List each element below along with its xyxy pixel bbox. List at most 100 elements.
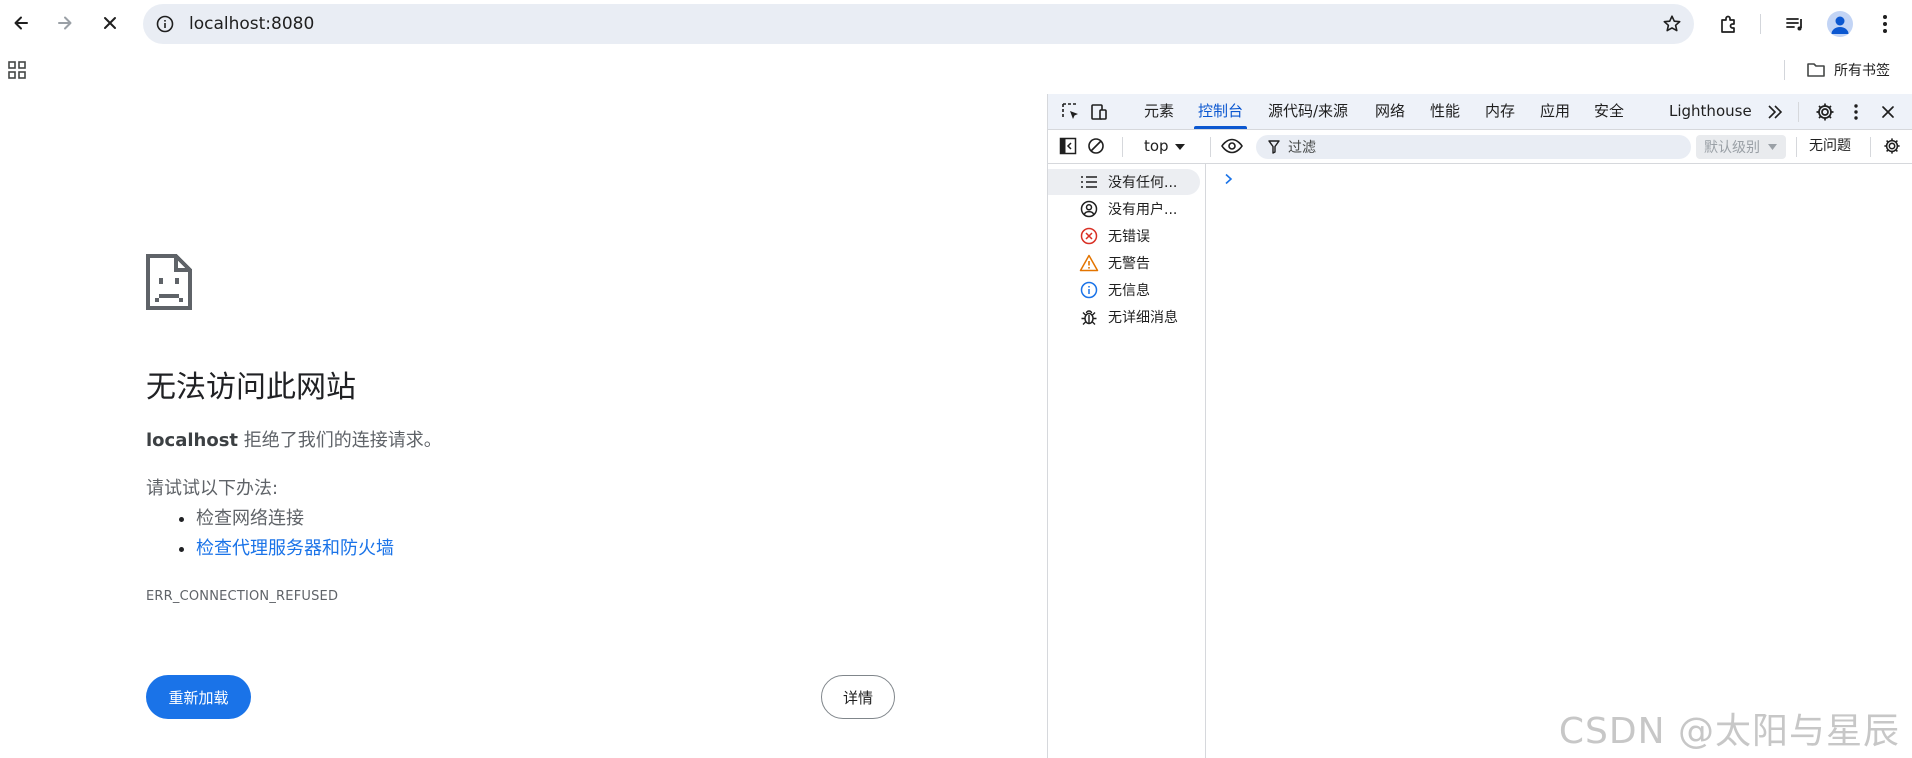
- stop-loading-button[interactable]: [93, 6, 127, 40]
- live-expression-button[interactable]: [1221, 135, 1243, 157]
- gear-icon: [1816, 103, 1834, 121]
- details-button[interactable]: 详情: [821, 675, 895, 719]
- sidebar-item-messages[interactable]: 没有任何...: [1048, 169, 1200, 195]
- toolbar-divider: [1210, 137, 1211, 157]
- error-code: ERR_CONNECTION_REFUSED: [146, 589, 339, 604]
- sidebar-item-warnings[interactable]: 无警告: [1048, 250, 1200, 276]
- playlist-icon: [1786, 18, 1802, 31]
- context-value: top: [1144, 137, 1169, 155]
- warning-triangle-icon: [1078, 252, 1100, 274]
- error-page: 无法访问此网站 localhost 拒绝了我们的连接请求。 请试试以下办法: 检…: [0, 94, 1047, 758]
- toolbar-divider: [1122, 137, 1123, 157]
- console-settings-button[interactable]: [1881, 135, 1903, 157]
- devtools-settings-button[interactable]: [1814, 101, 1836, 123]
- error-summary-text: 拒绝了我们的连接请求。: [238, 430, 442, 451]
- context-selector[interactable]: top: [1144, 130, 1185, 163]
- tab-console[interactable]: 控制台: [1193, 94, 1248, 129]
- sidebar-toggle-icon: [1059, 137, 1077, 155]
- console-sidebar: 没有任何... 没有用户... 无错误 无警告 无信息 无详细消息: [1048, 164, 1206, 758]
- reload-button[interactable]: 重新加载: [146, 675, 251, 719]
- apps-grid-icon: [8, 61, 26, 79]
- inspect-element-button[interactable]: [1060, 101, 1082, 123]
- bookmark-bar: 所有书签: [0, 46, 1912, 94]
- kebab-icon: [1883, 15, 1887, 33]
- toolbar-divider: [1796, 137, 1797, 157]
- puzzle-icon: [1721, 15, 1735, 33]
- suggestion-item: 检查网络连接: [196, 504, 394, 534]
- folder-icon: [1807, 63, 1825, 77]
- kebab-icon: [1854, 104, 1858, 120]
- caret-down-icon: [1174, 143, 1185, 150]
- proxy-firewall-link[interactable]: 检查代理服务器和防火墙: [196, 538, 394, 559]
- close-icon: [1882, 106, 1894, 118]
- error-circle-icon: [1078, 225, 1100, 247]
- toolbar-divider: [1760, 14, 1761, 34]
- avatar-icon: [1827, 11, 1853, 37]
- sad-document-icon: [146, 254, 192, 314]
- console-filter-input[interactable]: 过滤: [1256, 135, 1691, 159]
- tab-security[interactable]: 安全: [1594, 94, 1624, 129]
- sidebar-item-label: 无错误: [1108, 229, 1150, 245]
- tab-application[interactable]: 应用: [1540, 94, 1570, 129]
- tab-elements[interactable]: 元素: [1144, 94, 1174, 129]
- sidebar-item-label: 无详细消息: [1108, 310, 1178, 326]
- site-info-button[interactable]: [155, 14, 175, 34]
- tab-memory[interactable]: 内存: [1485, 94, 1515, 129]
- close-devtools-button[interactable]: [1877, 101, 1899, 123]
- device-toolbar-button[interactable]: [1088, 101, 1110, 123]
- close-icon: [104, 17, 116, 29]
- address-bar[interactable]: localhost:8080: [143, 4, 1694, 44]
- inspect-icon: [1062, 103, 1078, 119]
- watermark: CSDN @太阳与星辰: [1558, 711, 1900, 752]
- issues-counter[interactable]: 无问题: [1809, 130, 1851, 163]
- filter-placeholder: 过滤: [1288, 140, 1316, 156]
- toggle-sidebar-button[interactable]: [1057, 135, 1079, 157]
- console-prompt-icon[interactable]: [1224, 170, 1234, 189]
- arrow-right-icon: [58, 16, 72, 30]
- filter-icon: [1268, 140, 1280, 154]
- sidebar-item-user-messages[interactable]: 没有用户...: [1048, 196, 1200, 222]
- sidebar-item-label: 无信息: [1108, 283, 1150, 299]
- browser-menu-button[interactable]: [1869, 8, 1901, 40]
- browser-toolbar: localhost:8080: [0, 0, 1912, 46]
- star-icon: [1663, 15, 1681, 32]
- log-level-value: 默认级别: [1704, 140, 1760, 156]
- bug-icon: [1078, 306, 1100, 328]
- sidebar-item-verbose[interactable]: 无详细消息: [1048, 304, 1200, 330]
- back-button[interactable]: [4, 6, 38, 40]
- extensions-button[interactable]: [1713, 8, 1745, 40]
- devtools-menu-button[interactable]: [1845, 101, 1867, 123]
- sidebar-item-label: 没有任何...: [1108, 175, 1178, 191]
- reading-list-button[interactable]: [1779, 8, 1811, 40]
- tab-lighthouse[interactable]: Lighthouse: [1669, 94, 1752, 129]
- error-title: 无法访问此网站: [146, 370, 356, 405]
- device-icon: [1091, 104, 1107, 120]
- error-summary: localhost 拒绝了我们的连接请求。: [146, 426, 442, 452]
- info-circle-icon: [156, 15, 174, 33]
- profile-button[interactable]: [1824, 8, 1856, 40]
- sidebar-item-info[interactable]: 无信息: [1048, 277, 1200, 303]
- suggestions-list: 检查网络连接 检查代理服务器和防火墙: [146, 504, 394, 564]
- tab-network[interactable]: 网络: [1375, 94, 1405, 129]
- log-level-dropdown[interactable]: 默认级别: [1696, 135, 1786, 159]
- sidebar-item-label: 无警告: [1108, 256, 1150, 272]
- toolbar-divider: [1870, 137, 1871, 157]
- user-circle-icon: [1078, 198, 1100, 220]
- forward-button[interactable]: [48, 6, 82, 40]
- arrow-left-icon: [14, 16, 28, 30]
- clear-console-button[interactable]: [1085, 135, 1107, 157]
- error-host: localhost: [146, 430, 239, 451]
- chevron-double-right-icon: [1768, 105, 1783, 119]
- tab-sources[interactable]: 源代码/来源: [1268, 94, 1348, 129]
- bookmark-star-button[interactable]: [1660, 12, 1684, 36]
- more-tabs-button[interactable]: [1764, 101, 1786, 123]
- caret-down-icon: [1768, 144, 1777, 150]
- all-bookmarks-button[interactable]: 所有书签: [1806, 56, 1890, 84]
- tab-performance[interactable]: 性能: [1430, 94, 1460, 129]
- sidebar-item-errors[interactable]: 无错误: [1048, 223, 1200, 249]
- console-toolbar: top 过滤 默认级别 无问题: [1048, 130, 1912, 164]
- list-icon: [1078, 171, 1100, 193]
- url-text[interactable]: localhost:8080: [189, 4, 314, 44]
- eye-icon: [1221, 138, 1243, 154]
- apps-button[interactable]: [8, 61, 26, 83]
